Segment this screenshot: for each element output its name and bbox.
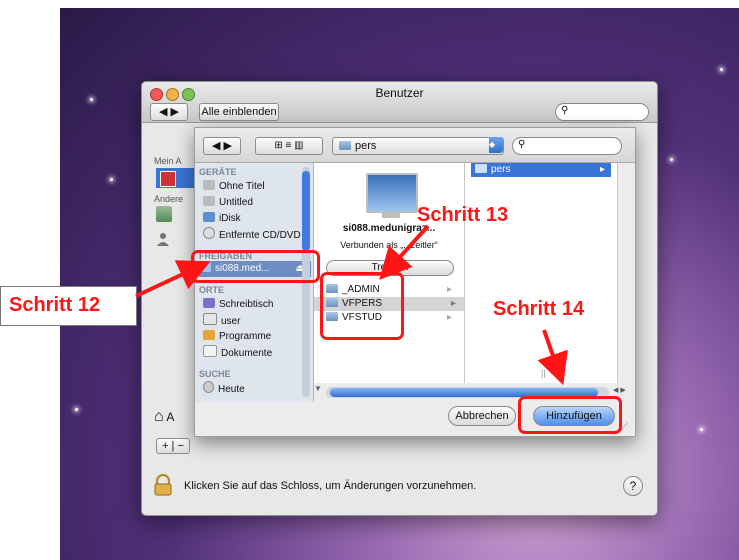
arrow-step-12 — [135, 260, 211, 298]
arrow-step-13 — [379, 224, 430, 280]
arrow-step-14 — [537, 329, 568, 386]
annotation-arrows — [135, 224, 568, 386]
